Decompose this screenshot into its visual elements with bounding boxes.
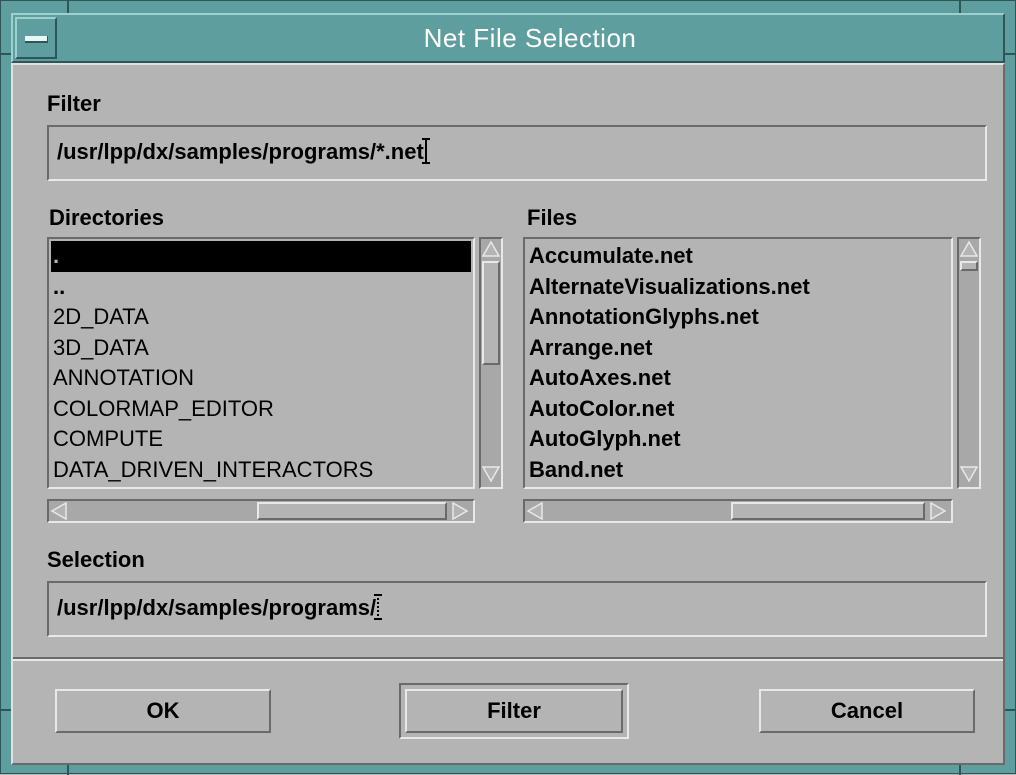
scroll-left-arrow-icon[interactable] bbox=[50, 502, 68, 520]
files-hscrollbar[interactable] bbox=[523, 499, 953, 523]
directories-list-items: . .. 2D_DATA 3D_DATA ANNOTATION COLORMAP… bbox=[51, 241, 471, 485]
file-item[interactable]: Arrange.net bbox=[527, 333, 949, 364]
file-item[interactable]: AlternateVisualizations.net bbox=[527, 272, 949, 303]
window-frame[interactable]: Net File Selection Filter /usr/lpp/dx/sa… bbox=[0, 0, 1016, 775]
text-cursor-icon bbox=[421, 138, 430, 164]
scroll-down-arrow-icon[interactable] bbox=[482, 465, 500, 483]
cancel-button[interactable]: Cancel bbox=[759, 689, 975, 733]
directory-item[interactable]: 2D_DATA bbox=[51, 302, 471, 333]
directory-item[interactable]: COLORMAP_EDITOR bbox=[51, 394, 471, 425]
directories-hscroll-thumb[interactable] bbox=[257, 502, 447, 520]
scroll-up-arrow-icon[interactable] bbox=[960, 240, 978, 258]
files-list[interactable]: Accumulate.net AlternateVisualizations.n… bbox=[523, 237, 953, 489]
file-item[interactable]: AnnotationGlyphs.net bbox=[527, 302, 949, 333]
window-title: Net File Selection bbox=[423, 23, 637, 53]
file-item[interactable]: AutoColor.net bbox=[527, 394, 949, 425]
directory-item[interactable]: DATA_DRIVEN_INTERACTORS bbox=[51, 455, 471, 486]
directory-item[interactable]: 3D_DATA bbox=[51, 333, 471, 364]
resize-tick bbox=[1, 709, 11, 711]
resize-tick bbox=[1, 53, 11, 55]
files-label: Files bbox=[527, 205, 578, 230]
filter-label: Filter bbox=[47, 91, 101, 116]
filter-button[interactable]: Filter bbox=[405, 689, 623, 733]
file-item[interactable]: Band.net bbox=[527, 455, 949, 486]
directories-vscroll-thumb[interactable] bbox=[482, 261, 500, 365]
scroll-right-arrow-icon[interactable] bbox=[929, 502, 947, 520]
button-area-divider bbox=[13, 657, 1003, 661]
filter-input-value: /usr/lpp/dx/samples/programs/*.net bbox=[57, 139, 424, 164]
selection-input-value: /usr/lpp/dx/samples/programs/ bbox=[57, 595, 377, 620]
resize-tick bbox=[1005, 53, 1015, 55]
directories-label: Directories bbox=[49, 205, 164, 230]
file-item[interactable]: AutoAxes.net bbox=[527, 363, 949, 394]
filter-input[interactable]: /usr/lpp/dx/samples/programs/*.net bbox=[47, 125, 987, 181]
resize-tick bbox=[1005, 709, 1015, 711]
file-item[interactable]: AutoGlyph.net bbox=[527, 424, 949, 455]
selection-input[interactable]: /usr/lpp/dx/samples/programs/ bbox=[47, 581, 987, 637]
directory-item[interactable]: .. bbox=[51, 272, 471, 303]
scroll-right-arrow-icon[interactable] bbox=[451, 502, 469, 520]
resize-tick bbox=[959, 1, 961, 13]
files-vscrollbar[interactable] bbox=[957, 237, 981, 489]
dialog-body: Filter /usr/lpp/dx/samples/programs/*.ne… bbox=[11, 63, 1005, 765]
directory-item[interactable]: ANNOTATION bbox=[51, 363, 471, 394]
files-vscroll-thumb[interactable] bbox=[960, 261, 978, 271]
title-bar[interactable]: Net File Selection bbox=[11, 13, 1005, 63]
directory-item[interactable]: . bbox=[51, 241, 471, 272]
scroll-up-arrow-icon[interactable] bbox=[482, 240, 500, 258]
directories-vscrollbar[interactable] bbox=[479, 237, 503, 489]
text-cursor-icon bbox=[374, 594, 383, 620]
resize-tick bbox=[67, 1, 69, 13]
files-list-items: Accumulate.net AlternateVisualizations.n… bbox=[527, 241, 949, 485]
window-menu-icon bbox=[25, 36, 48, 43]
file-item[interactable]: Accumulate.net bbox=[527, 241, 949, 272]
directories-list[interactable]: . .. 2D_DATA 3D_DATA ANNOTATION COLORMAP… bbox=[47, 237, 475, 489]
files-hscroll-thumb[interactable] bbox=[731, 502, 925, 520]
scroll-left-arrow-icon[interactable] bbox=[526, 502, 544, 520]
directory-item[interactable]: COMPUTE bbox=[51, 424, 471, 455]
window-menu-button[interactable] bbox=[15, 17, 57, 59]
selection-label: Selection bbox=[47, 547, 145, 572]
scroll-down-arrow-icon[interactable] bbox=[960, 465, 978, 483]
directories-hscrollbar[interactable] bbox=[47, 499, 475, 523]
ok-button[interactable]: OK bbox=[55, 689, 271, 733]
